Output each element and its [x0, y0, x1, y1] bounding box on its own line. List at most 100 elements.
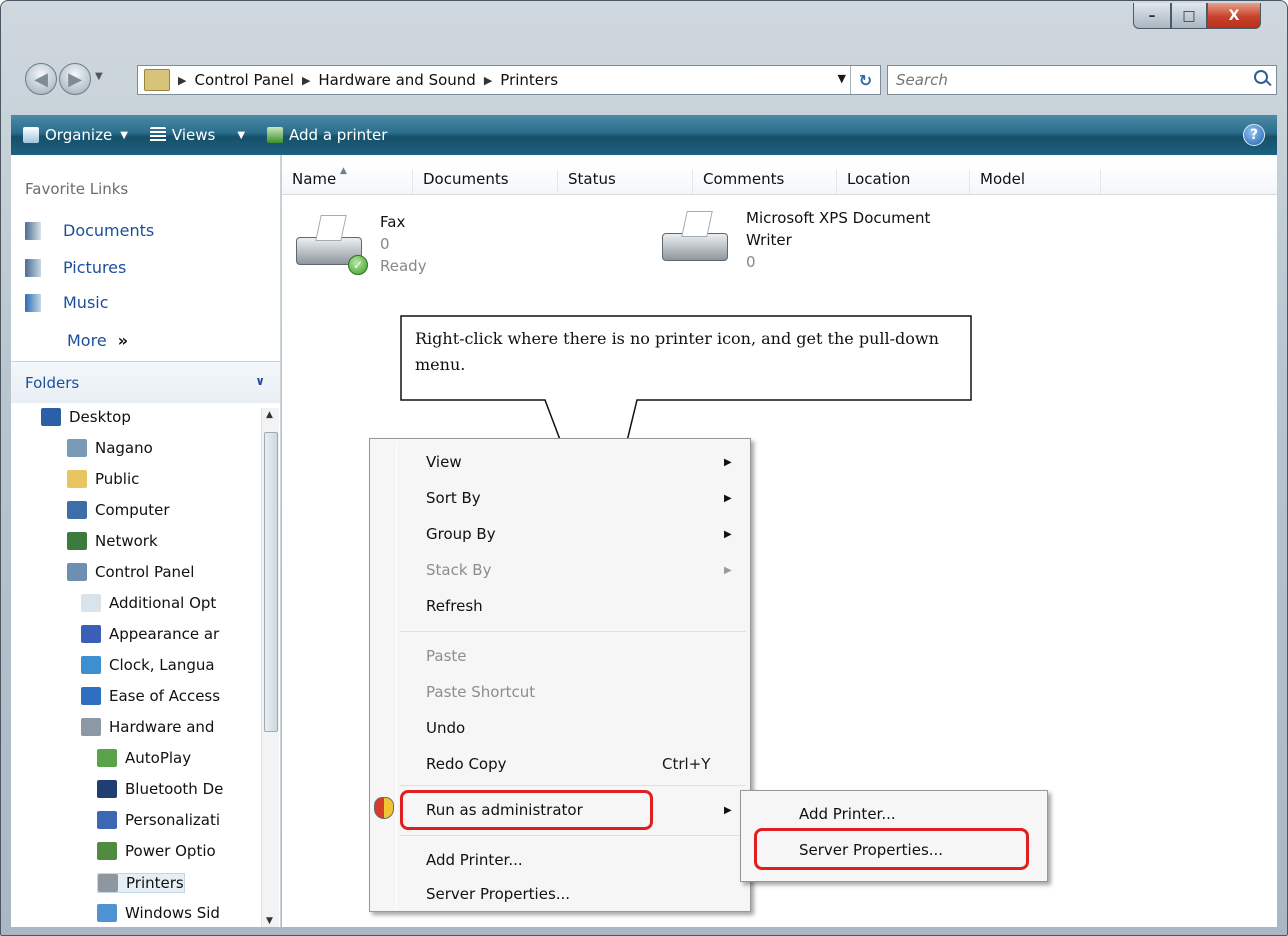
tree-item[interactable]: Personalizati — [97, 811, 220, 829]
minimize-button[interactable]: – — [1133, 3, 1171, 29]
title-bar: – □ X — [1, 1, 1287, 57]
tree-item[interactable]: Additional Opt — [81, 594, 216, 612]
crumb-separator-icon[interactable]: ▶ — [178, 74, 186, 87]
column-status-label: Status — [568, 170, 616, 188]
menu-item-redo-copy[interactable]: Redo Copy — [426, 755, 507, 773]
redo-shortcut: Ctrl+Y — [662, 755, 711, 773]
menu-item-stack-by[interactable]: Stack By — [426, 561, 491, 579]
tree-item[interactable]: Ease of Access — [81, 687, 220, 705]
printer-item-fax[interactable]: ✓ Fax 0 Ready — [290, 211, 427, 277]
menu-item-group-by[interactable]: Group By — [426, 525, 496, 543]
menu-item-undo[interactable]: Undo — [426, 719, 465, 737]
crumb-separator-icon[interactable]: ▶ — [484, 74, 492, 87]
tree-item[interactable]: Power Optio — [97, 842, 216, 860]
network-icon — [67, 532, 87, 550]
tree-item[interactable]: Bluetooth De — [97, 780, 223, 798]
menu-separator — [400, 835, 746, 836]
column-location[interactable]: Location — [837, 170, 970, 194]
submenu-item-add-printer[interactable]: Add Printer... — [799, 805, 896, 823]
breadcrumb-control-panel[interactable]: Control Panel — [194, 71, 293, 89]
tree-item[interactable]: AutoPlay — [97, 749, 191, 767]
folder-icon — [67, 470, 87, 488]
more-links[interactable]: More » — [67, 331, 128, 350]
uac-shield-icon — [374, 797, 394, 819]
folders-bar[interactable]: Folders ∨ — [11, 361, 280, 403]
tree-item-label: Hardware and — [109, 718, 215, 736]
menu-separator — [400, 785, 746, 786]
views-icon — [149, 127, 166, 143]
scroll-down-icon[interactable]: ▼ — [266, 916, 273, 926]
submenu-arrow-icon: ▶ — [724, 805, 732, 816]
tree-item-label: Bluetooth De — [125, 780, 224, 798]
scroll-up-icon[interactable]: ▲ — [266, 410, 273, 420]
scroll-thumb[interactable] — [264, 432, 278, 732]
tree-item-label: Nagano — [95, 439, 153, 457]
control-panel-icon — [67, 563, 87, 581]
menu-item-refresh[interactable]: Refresh — [426, 597, 483, 615]
favorite-documents[interactable]: Documents — [25, 221, 154, 240]
column-name[interactable]: ▲ Name — [282, 166, 413, 194]
tree-item[interactable]: Public — [67, 470, 139, 488]
favorite-music[interactable]: Music — [25, 293, 109, 312]
search-icon[interactable] — [1254, 70, 1268, 84]
column-model[interactable]: Model — [970, 170, 1101, 194]
tree-item[interactable]: Windows Sid — [97, 904, 220, 922]
menu-item-paste-shortcut[interactable]: Paste Shortcut — [426, 683, 535, 701]
tree-item-label: Control Panel — [95, 563, 195, 581]
dropdown-arrow-icon: ▼ — [120, 129, 128, 141]
add-printer-button[interactable]: Add a printer — [261, 120, 393, 150]
menu-item-view[interactable]: View — [426, 453, 462, 471]
tree-item[interactable]: Printers — [97, 873, 185, 893]
tree-item-label: Network — [95, 532, 158, 550]
tree-item-label: Clock, Langua — [109, 656, 215, 674]
printer-item-xps[interactable]: Microsoft XPS Document Writer 0 — [656, 207, 930, 273]
help-icon[interactable]: ? — [1243, 124, 1265, 146]
tree-item-label: Personalizati — [125, 811, 221, 829]
column-comments[interactable]: Comments — [693, 170, 837, 194]
command-bar: Organize ▼ Views ▼ Add a printer ? — [11, 115, 1277, 155]
printer-name-line2: Writer — [746, 231, 792, 249]
menu-item-paste[interactable]: Paste — [426, 647, 467, 665]
views-button[interactable]: Views ▼ — [144, 120, 251, 150]
refresh-button[interactable]: ↻ — [850, 66, 880, 94]
sort-ascending-icon: ▲ — [340, 166, 347, 176]
tree-item[interactable]: Clock, Langua — [81, 656, 215, 674]
highlight-run-as-administrator — [400, 790, 653, 830]
breadcrumb-printers[interactable]: Printers — [500, 71, 558, 89]
checkbox-icon — [81, 594, 101, 612]
breadcrumb-hardware-and-sound[interactable]: Hardware and Sound — [318, 71, 475, 89]
personalization-icon — [97, 811, 117, 829]
tree-item[interactable]: Hardware and — [81, 718, 214, 736]
tree-item-label: Desktop — [69, 408, 131, 426]
close-button[interactable]: X — [1207, 3, 1261, 29]
menu-item-add-printer[interactable]: Add Printer... — [426, 851, 523, 869]
forward-button[interactable]: ▶ — [59, 63, 91, 95]
column-documents[interactable]: Documents — [413, 170, 558, 194]
printer-documents: 0 — [380, 235, 390, 253]
back-button[interactable]: ◀ — [25, 63, 57, 95]
tree-item[interactable]: Nagano — [67, 439, 153, 457]
favorite-pictures[interactable]: Pictures — [25, 258, 126, 277]
maximize-button[interactable]: □ — [1171, 3, 1207, 29]
menu-item-sort-by[interactable]: Sort By — [426, 489, 481, 507]
tree-scrollbar[interactable]: ▲ ▼ — [261, 408, 279, 927]
tree-item[interactable]: Computer — [67, 501, 170, 519]
recent-pages-dropdown[interactable]: ▼ — [95, 71, 103, 82]
address-bar[interactable]: ▶ Control Panel ▶ Hardware and Sound ▶ P… — [137, 65, 881, 95]
organize-button[interactable]: Organize ▼ — [17, 120, 134, 150]
back-arrow-icon: ◀ — [34, 68, 48, 90]
tree-item[interactable]: Desktop — [41, 408, 131, 426]
column-status[interactable]: Status — [558, 170, 693, 194]
tree-item[interactable]: Network — [67, 532, 158, 550]
address-row: ◀ ▶ ▼ ▶ Control Panel ▶ Hardware and Sou… — [15, 57, 1277, 103]
tree-item-label: Computer — [95, 501, 170, 519]
tree-item[interactable]: Appearance ar — [81, 625, 219, 643]
callout-text: Right-click where there is no printer ic… — [415, 329, 939, 374]
search-input[interactable] — [896, 71, 1236, 89]
crumb-separator-icon[interactable]: ▶ — [302, 74, 310, 87]
organize-icon — [23, 127, 39, 143]
address-dropdown-icon[interactable]: ▼ — [838, 72, 846, 85]
tree-item-label: Windows Sid — [125, 904, 220, 922]
tree-item[interactable]: Control Panel — [67, 563, 194, 581]
menu-item-server-properties[interactable]: Server Properties... — [426, 885, 570, 903]
